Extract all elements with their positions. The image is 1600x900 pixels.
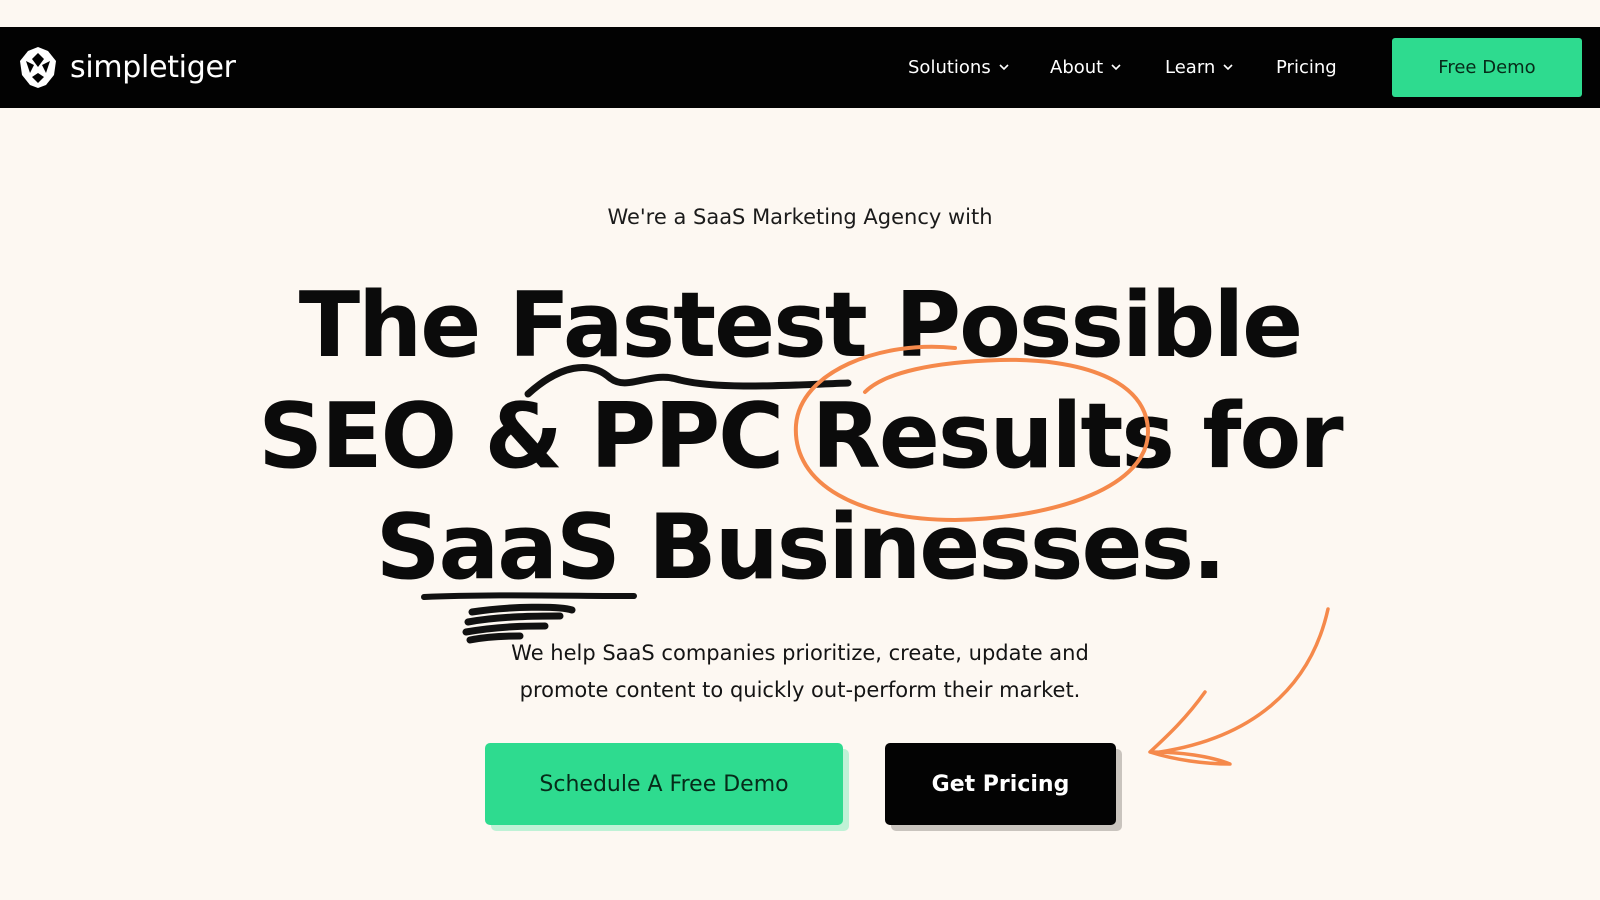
nav-item-label: Solutions [908, 57, 991, 78]
nav-item-label: Learn [1165, 57, 1216, 78]
nav-item-learn[interactable]: Learn [1165, 57, 1233, 78]
nav-item-about[interactable]: About [1050, 57, 1121, 78]
schedule-demo-button[interactable]: Schedule A Free Demo [485, 743, 843, 825]
nav-item-label: Pricing [1276, 57, 1337, 78]
chevron-down-icon [999, 64, 1009, 71]
nav-item-label: About [1050, 57, 1104, 78]
brand-logo[interactable]: simpletiger [18, 45, 236, 89]
nav-item-solutions-wrap: Solutions [908, 27, 1009, 108]
top-margin-strip [0, 0, 1600, 27]
hero-subtext: We help SaaS companies prioritize, creat… [0, 635, 1600, 709]
headline-line-1: The Fastest Possible [298, 273, 1303, 378]
tiger-head-icon [20, 47, 56, 88]
headline-line-2: SEO & PPC Results for [258, 384, 1343, 489]
get-pricing-button[interactable]: Get Pricing [885, 743, 1116, 825]
nav-item-pricing-wrap: Pricing [1276, 27, 1337, 108]
chevron-down-icon [1111, 64, 1121, 71]
subtext-line-2: promote content to quickly out-perform t… [519, 678, 1081, 702]
brand-name: simpletiger [70, 49, 236, 85]
subtext-line-1: We help SaaS companies prioritize, creat… [511, 641, 1089, 665]
top-navbar: simpletiger Solutions About Learn Pricin… [0, 27, 1600, 108]
nav-item-solutions[interactable]: Solutions [908, 57, 1009, 78]
hero-eyebrow: We're a SaaS Marketing Agency with [607, 205, 993, 229]
chevron-down-icon [1223, 64, 1233, 71]
nav-item-pricing[interactable]: Pricing [1276, 57, 1337, 78]
hero-headline: The Fastest Possible SEO & PPC Results f… [0, 270, 1600, 603]
headline-line-3: SaaS Businesses. [375, 495, 1227, 600]
nav-item-learn-wrap: Learn [1165, 27, 1233, 108]
nav-item-about-wrap: About [1050, 27, 1121, 108]
free-demo-button[interactable]: Free Demo [1392, 38, 1582, 97]
